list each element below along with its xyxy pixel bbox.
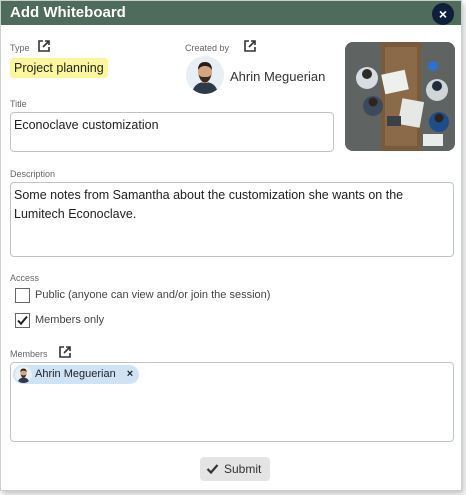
type-external-link-icon[interactable] [38, 40, 50, 52]
creator-avatar [186, 56, 224, 94]
title-input[interactable]: Econoclave customization [10, 112, 334, 152]
type-label: Type [10, 43, 30, 53]
member-chip-name: Ahrin Meguerian [35, 368, 116, 380]
access-label: Access [10, 273, 40, 283]
description-textarea-value: Some notes from Samantha about the custo… [14, 188, 404, 221]
submit-label: Submit [224, 462, 262, 476]
dialog-titlebar: Add Whiteboard × [1, 1, 461, 25]
public-checkbox-label[interactable]: Public (anyone can view and/or join the … [35, 289, 270, 301]
member-chip: Ahrin Meguerian × [13, 365, 140, 384]
add-whiteboard-dialog: Add Whiteboard × Type Project planning C… [0, 0, 462, 491]
title-input-value: Econoclave customization [14, 118, 159, 132]
members-only-checkbox-label[interactable]: Members only [35, 314, 104, 326]
created-by-label: Created by [185, 43, 230, 53]
check-icon [17, 315, 28, 326]
title-label: Title [10, 99, 27, 109]
submit-button[interactable]: Submit [200, 457, 270, 481]
members-external-link-icon[interactable] [59, 346, 71, 358]
description-label: Description [10, 169, 56, 179]
member-avatar [15, 366, 32, 383]
dialog-title: Add Whiteboard [10, 4, 126, 21]
close-icon: × [438, 6, 448, 22]
creator-name: Ahrin Meguerian [230, 69, 326, 84]
members-label: Members [10, 349, 48, 359]
public-checkbox[interactable] [15, 288, 30, 303]
members-only-checkbox[interactable] [15, 313, 30, 328]
created-by-external-link-icon[interactable] [244, 40, 256, 52]
member-remove-icon[interactable]: × [127, 368, 133, 380]
type-value: Project planning [10, 58, 108, 78]
check-icon [206, 464, 219, 475]
description-textarea[interactable]: Some notes from Samantha about the custo… [10, 182, 454, 257]
whiteboard-photo [345, 42, 455, 151]
close-button[interactable]: × [432, 3, 454, 25]
